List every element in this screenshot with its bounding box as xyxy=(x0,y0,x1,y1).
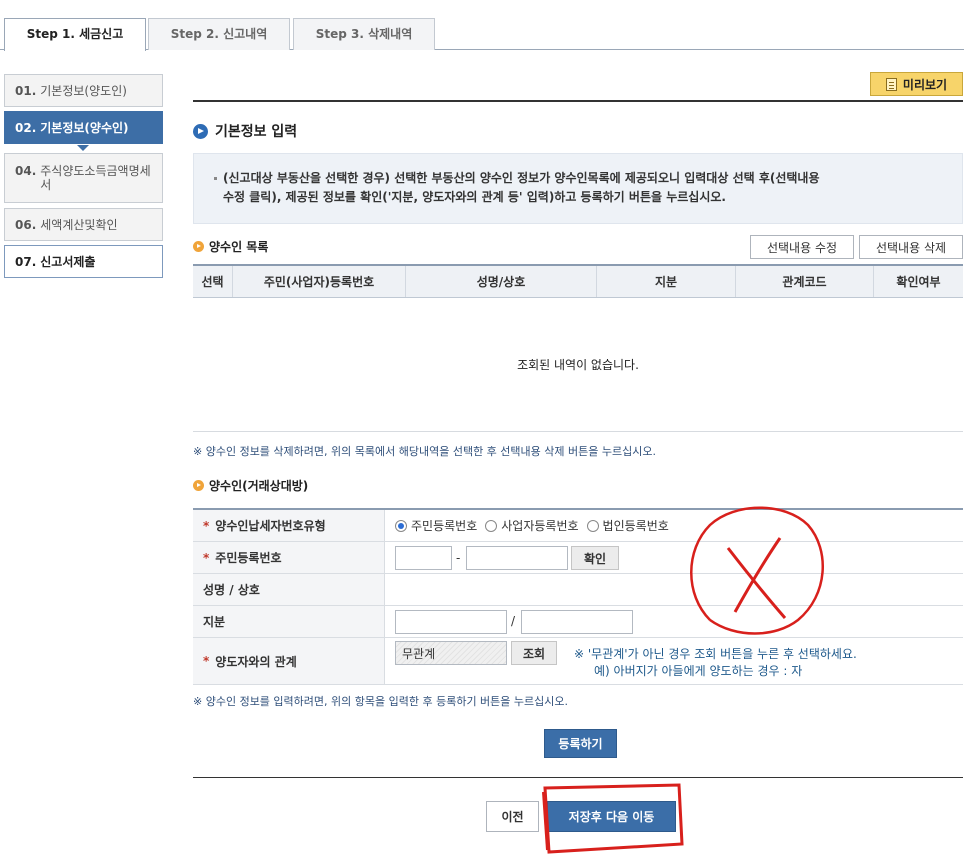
radio-label: 주민등록번호 xyxy=(411,519,478,533)
edit-selected-button[interactable]: 선택내용 수정 xyxy=(750,235,854,259)
sidebar-item-label: 신고서제출 xyxy=(40,254,96,269)
id-cell: - 확인 xyxy=(385,542,963,573)
required-icon: * xyxy=(203,518,210,533)
sidebar-item-num: 04. xyxy=(15,164,37,178)
column-header: 확인여부 xyxy=(896,275,941,289)
share-label: 지분 xyxy=(203,615,226,629)
share-denominator-input[interactable] xyxy=(521,610,633,634)
sidebar-item-num: 01. xyxy=(15,83,37,98)
circle-arrow-icon xyxy=(193,123,208,139)
id-back-input[interactable] xyxy=(466,546,568,570)
column-header: 관계코드 xyxy=(736,266,874,297)
notice-line2: 수정 클릭), 제공된 정보를 확인('지분, 양도자와의 관계 등' 입력)하… xyxy=(223,190,726,204)
active-indicator-arrow-icon xyxy=(77,145,89,151)
register-note: ※ 양수인 정보를 입력하려면, 위의 항목을 입력한 후 등록하기 버튼을 누… xyxy=(193,695,569,708)
share-numerator-input[interactable] xyxy=(395,610,507,634)
preview-button[interactable]: 미리보기 xyxy=(870,72,963,96)
share-separator: / xyxy=(511,614,516,628)
field-label: 지분 xyxy=(193,606,385,637)
transferee-list-header: 선택 주민(사업자)등록번호 성명/상호 지분 관계코드 확인여부 xyxy=(193,264,963,298)
type-label: 양수인납세자번호유형 xyxy=(215,519,326,533)
sidebar-item-basic-transferor[interactable]: 01. 기본정보(양도인) xyxy=(4,74,163,107)
red-x-annotation-icon xyxy=(690,506,824,635)
tab-step3[interactable]: Step 3. 삭제내역 xyxy=(293,18,435,50)
tab-step2[interactable]: Step 2. 신고내역 xyxy=(148,18,290,50)
orange-arrow-icon xyxy=(193,480,204,491)
form-row-type: * 양수인납세자번호유형 주민등록번호 사업자등록번호 법인등록번호 xyxy=(193,510,963,542)
relation-hint-2: 예) 아버지가 아들에게 양도하는 경우 : 자 xyxy=(594,664,803,678)
transferee-form: * 양수인납세자번호유형 주민등록번호 사업자등록번호 법인등록번호 * 주민등록번… xyxy=(193,508,963,685)
sidebar-item-num: 07. xyxy=(15,254,37,269)
section-title: 기본정보 입력 xyxy=(193,121,297,141)
column-header: 지분 xyxy=(597,266,736,297)
radio-checked-icon xyxy=(395,519,407,532)
divider xyxy=(193,431,963,432)
radio-label: 사업자등록번호 xyxy=(501,519,579,533)
red-box-annotation-icon xyxy=(542,783,684,854)
divider xyxy=(193,777,963,778)
lookup-button[interactable]: 조회 xyxy=(511,641,557,665)
tab-step1[interactable]: Step 1. 세금신고 xyxy=(4,18,146,51)
radio-label: 법인등록번호 xyxy=(602,519,669,533)
form-row-relation: * 양도자와의 관계 무관계 조회 ※ '무관계'가 아닌 경우 조회 버튼을 누… xyxy=(193,638,963,685)
id-label: 주민등록번호 xyxy=(215,551,282,565)
share-cell: / xyxy=(385,606,963,637)
required-icon: * xyxy=(203,550,210,565)
sidebar-item-tax-calc[interactable]: 06. 세액계산및확인 xyxy=(4,208,163,241)
divider xyxy=(193,100,963,102)
radio-icon xyxy=(485,519,498,532)
preview-label: 미리보기 xyxy=(902,77,948,92)
section-title-text: 기본정보 입력 xyxy=(215,124,298,140)
notice-line1: (신고대상 부동산을 선택한 경우) 선택한 부동산의 양수인 정보가 양수인목… xyxy=(223,171,820,185)
delete-selected-button[interactable]: 선택내용 삭제 xyxy=(859,235,963,259)
type-radio-group: 주민등록번호 사업자등록번호 법인등록번호 xyxy=(385,510,963,541)
column-header: 주민(사업자)등록번호 xyxy=(233,266,406,297)
radio-business-number[interactable]: 사업자등록번호 xyxy=(485,517,579,534)
relation-cell: 무관계 조회 ※ '무관계'가 아닌 경우 조회 버튼을 누른 후 선택하세요.… xyxy=(385,638,963,684)
radio-corporate-number[interactable]: 법인등록번호 xyxy=(586,517,669,534)
radio-icon xyxy=(586,519,599,532)
field-label: 성명 / 상호 xyxy=(193,574,385,605)
form-row-name: 성명 / 상호 xyxy=(193,574,963,606)
confirm-button[interactable]: 확인 xyxy=(571,546,619,570)
document-icon xyxy=(885,77,897,91)
list-title-text: 양수인 목록 xyxy=(209,240,269,254)
column-header: 선택 xyxy=(193,266,233,297)
radio-resident-number[interactable]: 주민등록번호 xyxy=(395,517,477,534)
field-label: * 양도자와의 관계 xyxy=(193,638,385,684)
sidebar-item-label: 세액계산및확인 xyxy=(40,217,118,232)
delete-note: ※ 양수인 정보를 삭제하려면, 위의 목록에서 해당내역을 선택한 후 선택내… xyxy=(193,445,656,458)
relation-label: 양도자와의 관계 xyxy=(215,654,297,669)
notice-box: (신고대상 부동산을 선택한 경우) 선택한 부동산의 양수인 정보가 양수인목… xyxy=(193,153,963,224)
list-title: 양수인 목록 xyxy=(193,238,268,255)
sidebar-item-num: 02. xyxy=(15,120,37,135)
prev-button[interactable]: 이전 xyxy=(486,801,539,832)
form-title-text: 양수인(거래상대방) xyxy=(209,479,309,493)
sidebar-item-label: 기본정보(양수인) xyxy=(40,120,129,135)
step-tabs: Step 1. 세금신고 Step 2. 신고내역 Step 3. 삭제내역 xyxy=(0,18,964,51)
column-header: 성명/상호 xyxy=(406,266,597,297)
bullet-icon xyxy=(214,177,217,180)
form-row-share: 지분 / xyxy=(193,606,963,638)
name-value xyxy=(385,574,963,605)
relation-input: 무관계 xyxy=(395,641,507,665)
sidebar-item-basic-transferee[interactable]: 02. 기본정보(양수인) xyxy=(4,111,163,144)
form-row-id: * 주민등록번호 - 확인 xyxy=(193,542,963,574)
register-button[interactable]: 등록하기 xyxy=(544,729,617,758)
id-dash: - xyxy=(456,551,461,565)
name-label: 성명 / 상호 xyxy=(203,583,260,597)
sidebar-item-num: 06. xyxy=(15,217,37,232)
sidebar-item-submit[interactable]: 07. 신고서제출 xyxy=(4,245,163,278)
sidebar-item-stock-statement[interactable]: 04. 주식양도소득금액명세서 xyxy=(4,153,163,203)
id-front-input[interactable] xyxy=(395,546,452,570)
required-icon: * xyxy=(203,654,210,668)
empty-list-message: 조회된 내역이 없습니다. xyxy=(517,358,639,372)
relation-hint-1: ※ '무관계'가 아닌 경우 조회 버튼을 누른 후 선택하세요. xyxy=(574,647,857,661)
field-label: * 주민등록번호 xyxy=(193,542,385,573)
sidebar-item-label: 기본정보(양도인) xyxy=(40,83,127,98)
field-label: * 양수인납세자번호유형 xyxy=(193,510,385,541)
orange-arrow-icon xyxy=(193,241,204,252)
sidebar-item-label: 주식양도소득금액명세서 xyxy=(40,164,151,192)
form-title: 양수인(거래상대방) xyxy=(193,477,308,494)
